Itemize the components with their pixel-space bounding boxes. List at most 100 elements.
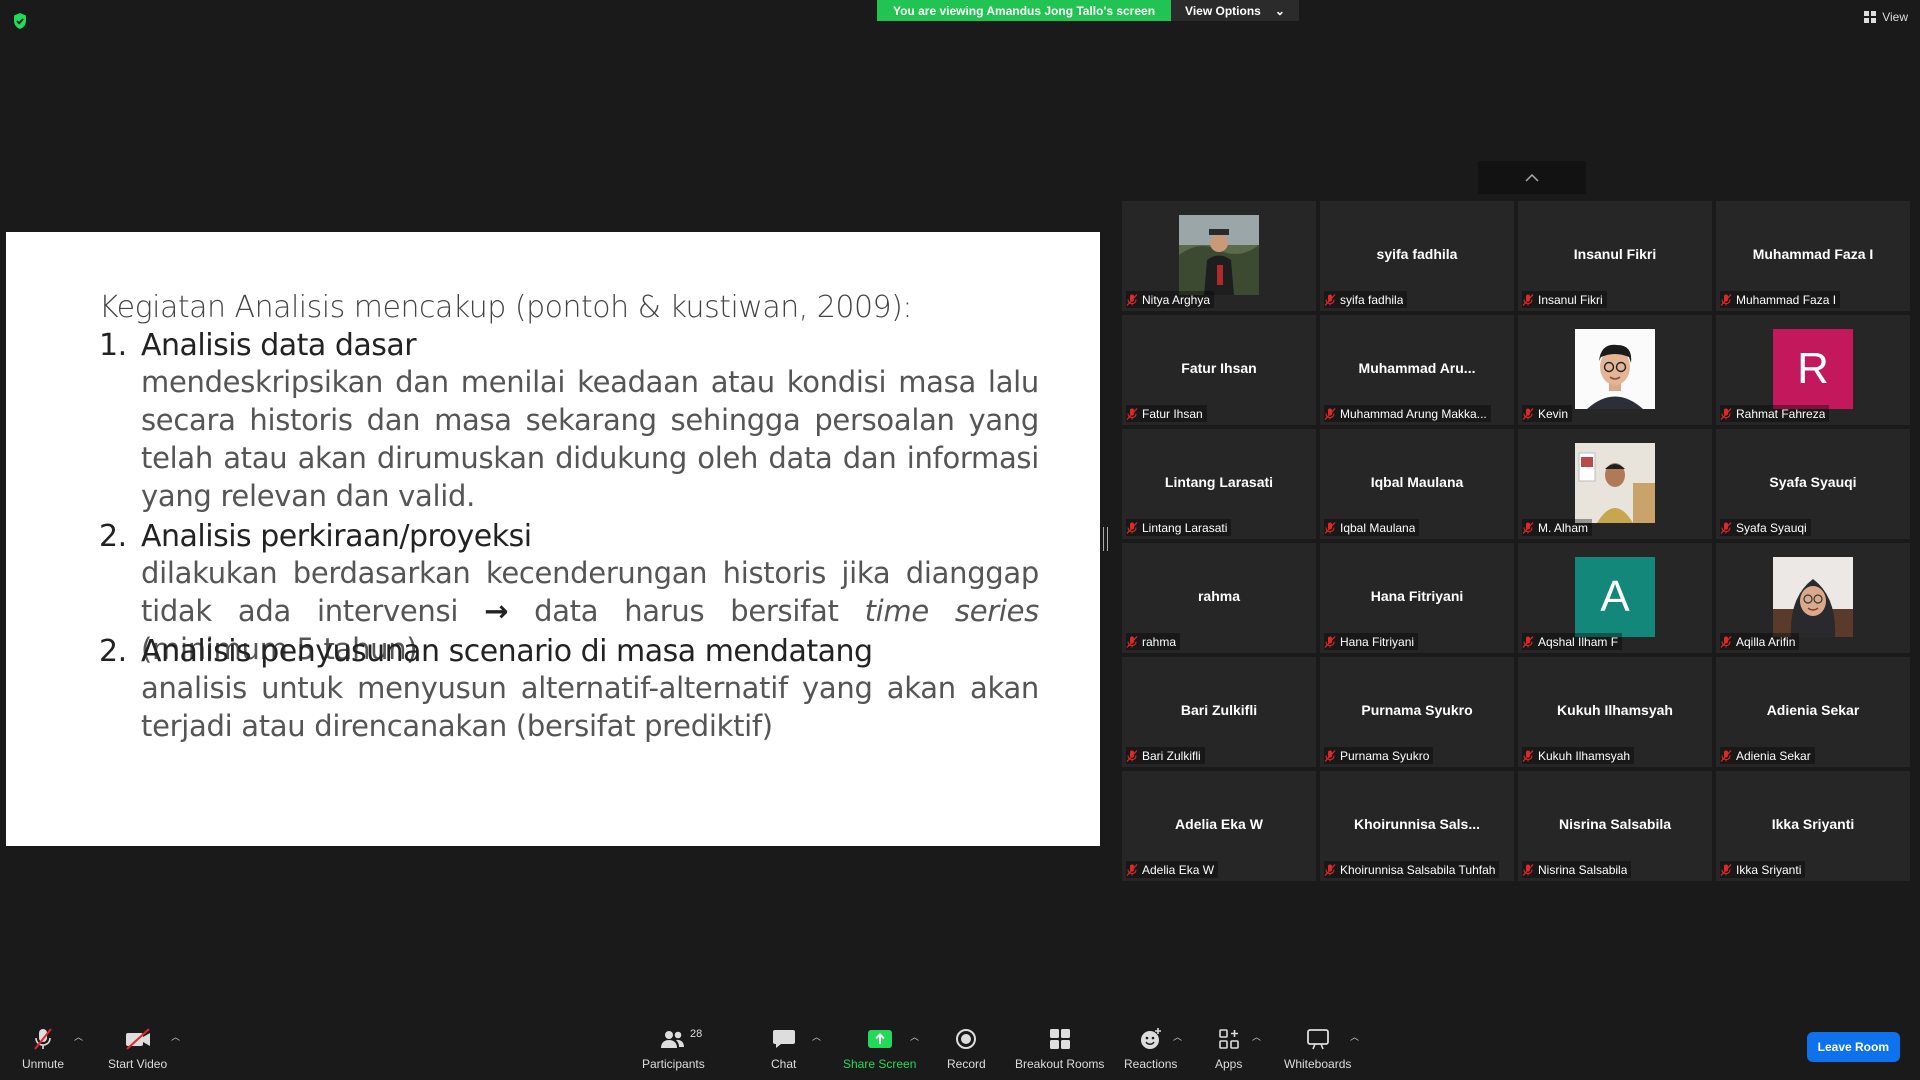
participant-tile[interactable]: Kevin <box>1518 315 1712 425</box>
participant-name: Ikka Sriyanti <box>1736 862 1802 877</box>
participant-name: Nitya Arghya <box>1142 292 1211 307</box>
participant-video-thumbnail <box>1179 215 1259 295</box>
split-divider-handle[interactable] <box>1103 527 1108 551</box>
participant-tile[interactable]: Lintang Larasati Lintang Larasati <box>1122 429 1316 539</box>
record-label: Record <box>947 1057 986 1071</box>
participant-display-name: Insanul Fikri <box>1573 246 1657 262</box>
participant-name-tag: Iqbal Maulana <box>1324 519 1420 536</box>
participant-display-name: Bari Zulkifli <box>1180 702 1258 718</box>
leave-room-button[interactable]: Leave Room <box>1806 1032 1900 1062</box>
participant-tile[interactable]: Muhammad Aru... Muhammad Arung Makka... <box>1320 315 1514 425</box>
muted-mic-icon <box>1720 863 1732 876</box>
item-number: 2. <box>99 634 127 669</box>
participant-tile[interactable]: Khoirunnisa Sals... Khoirunnisa Salsabila… <box>1320 771 1514 881</box>
participant-name: Syafa Syauqi <box>1736 520 1807 535</box>
participant-tile[interactable]: Hana Fitriyani Hana Fitriyani <box>1320 543 1514 653</box>
participant-name-tag: Purnama Syukro <box>1324 747 1434 764</box>
participant-tile[interactable]: Nitya Arghya <box>1122 201 1316 311</box>
participant-name: Adienia Sekar <box>1736 748 1811 763</box>
participant-name: Aqilla Arifin <box>1736 634 1796 649</box>
item-number: 1. <box>99 328 127 363</box>
share-screen-button[interactable]: Share Screen <box>843 1026 916 1071</box>
participant-name: Fatur Ihsan <box>1142 406 1203 421</box>
record-icon <box>956 1029 977 1049</box>
muted-mic-icon <box>1126 407 1138 420</box>
whiteboards-label: Whiteboards <box>1284 1057 1352 1071</box>
whiteboards-button[interactable]: Whiteboards <box>1284 1026 1351 1071</box>
muted-mic-icon <box>1126 635 1138 648</box>
record-button[interactable]: Record <box>947 1026 986 1071</box>
share-options-caret-icon[interactable]: ︿ <box>910 1030 919 1043</box>
participant-display-name: Muhammad Aru... <box>1358 360 1476 376</box>
start-video-button[interactable]: Start Video <box>108 1026 167 1071</box>
security-shield-icon[interactable] <box>12 12 28 30</box>
participant-tile[interactable]: Nisrina Salsabila Nisrina Salsabila <box>1518 771 1712 881</box>
muted-mic-icon <box>1324 749 1336 762</box>
apps-button[interactable]: Apps <box>1215 1026 1242 1071</box>
participants-icon <box>661 1031 685 1048</box>
participant-name-tag: Nisrina Salsabila <box>1522 861 1632 878</box>
participant-tile[interactable]: Kukuh Ilhamsyah Kukuh Ilhamsyah <box>1518 657 1712 767</box>
apps-options-caret-icon[interactable]: ︿ <box>1252 1030 1261 1043</box>
participant-name: Nisrina Salsabila <box>1538 862 1628 877</box>
view-button[interactable]: View <box>1864 10 1908 24</box>
start-video-label: Start Video <box>108 1057 168 1071</box>
whiteboards-options-caret-icon[interactable]: ︿ <box>1350 1030 1359 1043</box>
participant-tile[interactable]: M. Alham <box>1518 429 1712 539</box>
chat-button[interactable]: Chat <box>771 1026 796 1071</box>
participant-tile[interactable]: Bari Zulkifli Bari Zulkifli <box>1122 657 1316 767</box>
participant-display-name: Adienia Sekar <box>1766 702 1860 718</box>
participant-tile[interactable]: Fatur Ihsan Fatur Ihsan <box>1122 315 1316 425</box>
participant-gallery: Nitya Arghya syifa fadhila syifa fadhila In… <box>1122 201 1910 881</box>
unmute-button[interactable]: Unmute <box>22 1026 64 1071</box>
participant-tile[interactable]: Muhammad Faza I Muhammad Faza I <box>1716 201 1910 311</box>
view-options-button[interactable]: View Options ⌄ <box>1171 0 1299 21</box>
muted-mic-icon <box>1324 521 1336 534</box>
participant-tile[interactable]: R Rahmat Fahreza <box>1716 315 1910 425</box>
audio-options-caret-icon[interactable]: ︿ <box>74 1030 83 1043</box>
item-body-emphasis: time series <box>864 594 1040 628</box>
muted-mic-icon <box>1324 635 1336 648</box>
participant-display-name: Adelia Eka W <box>1175 816 1263 832</box>
participant-name-tag: Insanul Fikri <box>1522 291 1607 308</box>
participant-name-tag: Adelia Eka W <box>1126 861 1219 878</box>
participant-tile[interactable]: syifa fadhila syifa fadhila <box>1320 201 1514 311</box>
reactions-options-caret-icon[interactable]: ︿ <box>1173 1030 1182 1043</box>
participant-name-tag: Nitya Arghya <box>1126 291 1215 308</box>
participant-display-name: Ikka Sriyanti <box>1771 816 1855 832</box>
participant-tile[interactable]: Aqilla Arifin <box>1716 543 1910 653</box>
item-title: Analisis penyusunan scenario di masa men… <box>141 634 873 669</box>
participant-name-tag: Muhammad Faza I <box>1720 291 1841 308</box>
participant-tile[interactable]: Iqbal Maulana Iqbal Maulana <box>1320 429 1514 539</box>
shared-screen-slide: Kegiatan Analisis mencakup (pontoh & kus… <box>6 232 1100 846</box>
participant-tile[interactable]: Insanul Fikri Insanul Fikri <box>1518 201 1712 311</box>
video-options-caret-icon[interactable]: ︿ <box>171 1030 180 1043</box>
muted-mic-icon <box>1126 521 1138 534</box>
chat-options-caret-icon[interactable]: ︿ <box>812 1030 821 1043</box>
muted-mic-icon <box>1522 521 1534 534</box>
participant-display-name: Khoirunnisa Sals... <box>1353 816 1481 832</box>
chat-icon <box>772 1030 795 1048</box>
muted-mic-icon <box>1720 749 1732 762</box>
participant-tile[interactable]: Adienia Sekar Adienia Sekar <box>1716 657 1910 767</box>
participant-name-tag: syifa fadhila <box>1324 291 1408 308</box>
participant-tile[interactable]: Syafa Syauqi Syafa Syauqi <box>1716 429 1910 539</box>
participant-name: Kukuh Ilhamsyah <box>1538 748 1631 763</box>
gallery-scroll-up-button[interactable] <box>1478 161 1586 194</box>
muted-mic-icon <box>1522 407 1534 420</box>
participant-name-tag: Khoirunnisa Salsabila Tuhfah <box>1324 861 1500 878</box>
participant-name: Kevin <box>1538 406 1569 421</box>
participant-tile[interactable]: Ikka Sriyanti Ikka Sriyanti <box>1716 771 1910 881</box>
participant-video-thumbnail <box>1773 557 1853 637</box>
reactions-button[interactable]: Reactions <box>1124 1026 1177 1071</box>
participant-tile[interactable]: rahma rahma <box>1122 543 1316 653</box>
participant-tile[interactable]: A Aqshal Ilham F <box>1518 543 1712 653</box>
participant-name-tag: rahma <box>1126 633 1181 650</box>
breakout-rooms-button[interactable]: Breakout Rooms <box>1015 1026 1104 1071</box>
slide-item-1: 1. Analisis data dasar mendeskripsikan d… <box>99 328 1039 515</box>
participant-tile[interactable]: Adelia Eka W Adelia Eka W <box>1122 771 1316 881</box>
breakout-rooms-icon <box>1049 1029 1070 1049</box>
unmute-label: Unmute <box>22 1057 65 1071</box>
participant-tile[interactable]: Purnama Syukro Purnama Syukro <box>1320 657 1514 767</box>
apps-icon <box>1218 1029 1239 1049</box>
